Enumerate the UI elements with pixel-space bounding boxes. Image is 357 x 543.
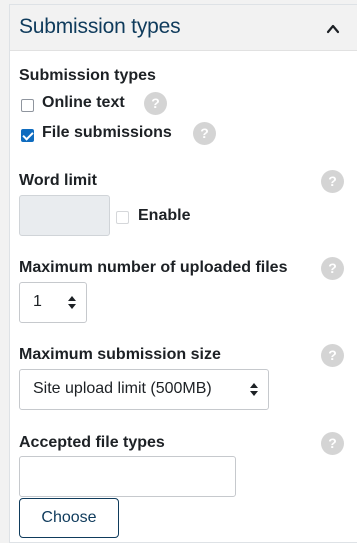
word-limit-enable-checkbox[interactable]	[116, 211, 129, 224]
word-limit-input[interactable]	[19, 195, 110, 236]
submission-types-label: Submission types	[19, 67, 156, 84]
accepted-file-types-help-icon[interactable]: ?	[321, 432, 344, 455]
submission-types-panel: Submission types Submission types Online…	[9, 4, 357, 543]
select-arrows-icon	[68, 296, 76, 310]
max-size-help-icon[interactable]: ?	[321, 344, 344, 367]
section-header[interactable]: Submission types	[10, 5, 357, 51]
chevron-up-icon[interactable]	[326, 22, 340, 36]
section-title: Submission types	[19, 15, 181, 38]
max-size-label: Maximum submission size	[19, 346, 221, 363]
word-limit-help-icon[interactable]: ?	[321, 170, 344, 193]
choose-button[interactable]: Choose	[19, 498, 119, 538]
max-files-value: 1	[33, 293, 42, 310]
max-size-select[interactable]: Site upload limit (500MB)	[19, 369, 269, 410]
word-limit-enable-label[interactable]: Enable	[138, 207, 190, 225]
online-text-checkbox[interactable]	[21, 99, 34, 112]
max-files-select[interactable]: 1	[19, 282, 87, 323]
file-submissions-help-icon[interactable]: ?	[193, 122, 216, 145]
max-size-value: Site upload limit (500MB)	[33, 380, 212, 397]
accepted-file-types-input[interactable]	[19, 456, 236, 497]
online-text-label[interactable]: Online text	[42, 94, 125, 112]
online-text-help-icon[interactable]: ?	[144, 92, 167, 115]
max-files-label: Maximum number of uploaded files	[19, 259, 288, 276]
file-submissions-checkbox[interactable]	[21, 129, 34, 142]
select-arrows-icon	[250, 383, 258, 397]
file-submissions-label[interactable]: File submissions	[42, 124, 172, 142]
max-files-help-icon[interactable]: ?	[321, 257, 344, 280]
accepted-file-types-label: Accepted file types	[19, 434, 165, 451]
word-limit-label: Word limit	[19, 172, 97, 189]
